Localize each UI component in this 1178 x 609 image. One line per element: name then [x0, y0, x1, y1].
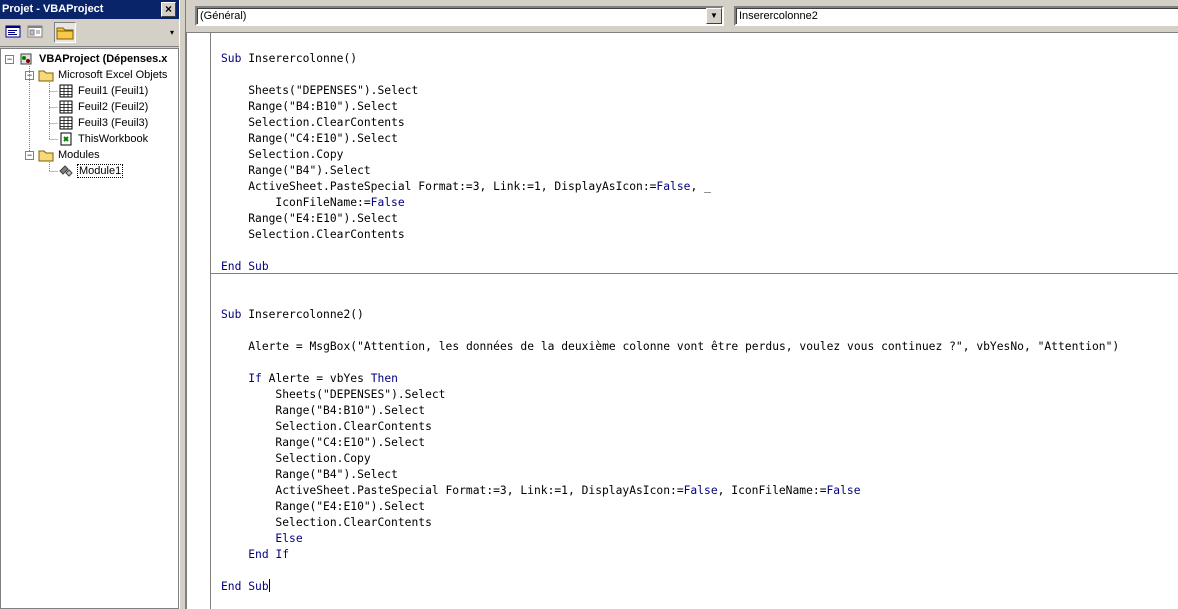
- code-line[interactable]: Sheets("DEPENSES").Select: [221, 387, 1178, 403]
- code-line[interactable]: Selection.Copy: [221, 451, 1178, 467]
- code-line[interactable]: Range("C4:E10").Select: [221, 131, 1178, 147]
- tree-item-feuil1[interactable]: Feuil1 (Feuil1): [78, 83, 148, 99]
- code-line[interactable]: Range("E4:E10").Select: [221, 499, 1178, 515]
- code-line[interactable]: End Sub: [221, 579, 1178, 595]
- code-line[interactable]: End Sub: [221, 259, 1178, 275]
- code-line[interactable]: ActiveSheet.PasteSpecial Format:=3, Link…: [221, 483, 1178, 499]
- view-object-button[interactable]: [25, 22, 47, 43]
- code-line[interactable]: [221, 355, 1178, 371]
- view-object-icon: [27, 25, 43, 38]
- toolbar-overflow-icon[interactable]: ▾: [167, 22, 177, 44]
- code-line[interactable]: Alerte = MsgBox("Attention, les données …: [221, 339, 1178, 355]
- code-line[interactable]: Range("B4:B10").Select: [221, 99, 1178, 115]
- object-combo-value: (Général): [200, 10, 247, 22]
- margin-indicator-bar[interactable]: [187, 33, 211, 609]
- tree-item-feuil2[interactable]: Feuil2 (Feuil2): [78, 99, 148, 115]
- code-line[interactable]: Range("E4:E10").Select: [221, 211, 1178, 227]
- procedure-combo-value: Inserercolonne2: [739, 10, 818, 22]
- code-line[interactable]: [221, 243, 1178, 259]
- close-icon[interactable]: ×: [161, 2, 176, 17]
- code-line[interactable]: ActiveSheet.PasteSpecial Format:=3, Link…: [221, 179, 1178, 195]
- code-line[interactable]: Selection.ClearContents: [221, 419, 1178, 435]
- project-tree: − VBAProject (Dépenses.x − Microsoft Exc…: [0, 48, 179, 609]
- code-line[interactable]: Range("C4:E10").Select: [221, 435, 1178, 451]
- code-line[interactable]: [221, 323, 1178, 339]
- code-line[interactable]: Else: [221, 531, 1178, 547]
- code-line[interactable]: [221, 67, 1178, 83]
- tree-item-feuil3[interactable]: Feuil3 (Feuil3): [78, 115, 148, 131]
- code-line[interactable]: End If: [221, 547, 1178, 563]
- tree-item-thisworkbook[interactable]: ThisWorkbook: [78, 131, 148, 147]
- panel-splitter[interactable]: [179, 0, 186, 609]
- folder-icon: [56, 27, 74, 40]
- code-line[interactable]: If Alerte = vbYes Then: [221, 371, 1178, 387]
- tree-connectors: [29, 66, 58, 172]
- view-code-button[interactable]: [3, 22, 25, 43]
- tree-folder-excel-objects[interactable]: Microsoft Excel Objets: [58, 67, 167, 83]
- project-explorer-panel: Projet - VBAProject × ▾ − VBAProject (Dé…: [0, 0, 179, 609]
- code-text[interactable]: Sub Inserercolonne() Sheets("DEPENSES").…: [221, 51, 1178, 595]
- code-window: (Général) ▼ Inserercolonne2 Sub Insererc…: [186, 0, 1178, 609]
- code-line[interactable]: Range("B4").Select: [221, 163, 1178, 179]
- view-code-icon: [5, 25, 21, 38]
- text-caret: [268, 579, 270, 592]
- code-editor[interactable]: Sub Inserercolonne() Sheets("DEPENSES").…: [186, 32, 1178, 609]
- module1-label: Module1: [77, 164, 124, 178]
- tree-item-module1[interactable]: Module1: [77, 163, 124, 179]
- code-line[interactable]: [221, 275, 1178, 291]
- code-line[interactable]: Sub Inserercolonne(): [221, 51, 1178, 67]
- code-line[interactable]: Selection.ClearContents: [221, 115, 1178, 131]
- project-toolbar: ▾: [0, 19, 179, 47]
- code-line[interactable]: Selection.Copy: [221, 147, 1178, 163]
- code-line[interactable]: Selection.ClearContents: [221, 515, 1178, 531]
- code-line[interactable]: Sheets("DEPENSES").Select: [221, 83, 1178, 99]
- code-line[interactable]: Range("B4").Select: [221, 467, 1178, 483]
- code-line[interactable]: [221, 563, 1178, 579]
- code-line[interactable]: Selection.ClearContents: [221, 227, 1178, 243]
- project-explorer-title[interactable]: Projet - VBAProject: [0, 0, 179, 19]
- object-combo[interactable]: (Général) ▼: [195, 6, 724, 26]
- code-line[interactable]: Sub Inserercolonne2(): [221, 307, 1178, 323]
- code-line[interactable]: [221, 291, 1178, 307]
- toggle-folders-button[interactable]: [54, 22, 76, 43]
- code-line[interactable]: IconFileName:=False: [221, 195, 1178, 211]
- procedure-combo[interactable]: Inserercolonne2: [734, 6, 1178, 26]
- code-line[interactable]: Range("B4:B10").Select: [221, 403, 1178, 419]
- chevron-down-icon[interactable]: ▼: [706, 8, 722, 24]
